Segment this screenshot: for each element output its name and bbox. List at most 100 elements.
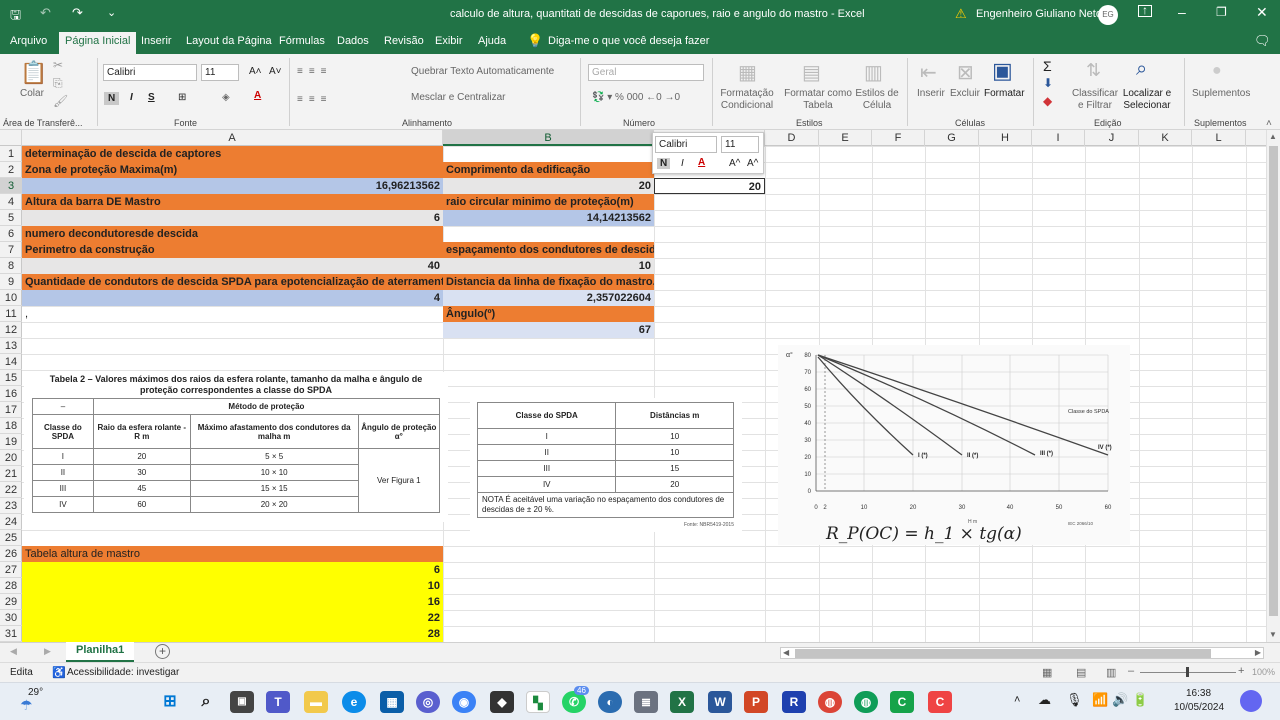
next-sheet-icon[interactable]: ▶: [44, 646, 51, 657]
chrome-icon[interactable]: ◍: [818, 691, 842, 713]
format-cells-button[interactable]: Formatar: [984, 88, 1025, 99]
customize-qat-icon[interactable]: ⌄: [107, 6, 116, 19]
cell-b13[interactable]: 67: [443, 322, 654, 338]
redo-icon[interactable]: ↷: [72, 5, 83, 21]
save-icon[interactable]: 🖫: [10, 6, 21, 28]
file-explorer-icon[interactable]: ▬: [304, 691, 328, 713]
col-header-f[interactable]: F: [872, 130, 925, 146]
battery-icon[interactable]: 🔋: [1132, 692, 1148, 708]
wifi-icon[interactable]: 📶: [1092, 692, 1108, 708]
row-header-18[interactable]: 18: [0, 418, 22, 434]
cut-icon[interactable]: ✂: [53, 58, 63, 72]
wrap-text-button[interactable]: Quebrar Texto Automaticamente: [411, 66, 554, 77]
start-icon[interactable]: ⊞: [158, 691, 182, 713]
currency-icon[interactable]: 💱 ▾ % 000 ←0 →0: [592, 92, 680, 103]
row-header-14[interactable]: 14: [0, 354, 22, 370]
delete-cells-icon[interactable]: ⊠: [957, 60, 974, 85]
comments-icon[interactable]: 🗨: [1254, 33, 1271, 49]
addins-button[interactable]: Suplementos: [1192, 88, 1250, 99]
cell-a6[interactable]: numero decondutoresde descida: [22, 226, 443, 242]
mini-grow-icon[interactable]: A^: [729, 158, 740, 169]
cell-a11[interactable]: ,: [22, 306, 443, 322]
format-cells-icon[interactable]: ▣: [992, 58, 1013, 84]
cell-a7[interactable]: Perimetro da construção: [22, 242, 443, 258]
zoom-level[interactable]: 100%: [1252, 667, 1275, 677]
app-icon-7[interactable]: R: [782, 691, 806, 713]
app-icon-6[interactable]: ◐: [598, 691, 622, 713]
tab-formulas[interactable]: Fórmulas: [279, 35, 325, 47]
page-break-icon[interactable]: ▥: [1106, 666, 1116, 679]
volume-icon[interactable]: 🔊: [1112, 692, 1128, 708]
h-scroll-thumb[interactable]: [795, 649, 1211, 658]
col-header-d[interactable]: D: [765, 130, 819, 146]
copilot-icon[interactable]: [1240, 690, 1262, 712]
format-table-button[interactable]: Formatar como Tabela: [782, 88, 854, 112]
row-header-3[interactable]: 3: [0, 178, 22, 194]
zoom-in-icon[interactable]: +: [1238, 665, 1244, 677]
addins-icon[interactable]: ●: [1212, 62, 1222, 80]
cell-b3[interactable]: 20: [443, 178, 654, 194]
scroll-down-icon[interactable]: ▼: [1269, 630, 1277, 639]
mini-bold-button[interactable]: N: [657, 158, 671, 169]
teams-icon[interactable]: T: [266, 691, 290, 713]
fill-color-icon[interactable]: ◈: [222, 92, 230, 103]
row-header-24[interactable]: 24: [0, 514, 22, 530]
accessibility-status[interactable]: Acessibilidade: investigar: [67, 667, 179, 678]
row-header-29[interactable]: 29: [0, 594, 22, 610]
horizontal-scrollbar[interactable]: ◀ ▶: [780, 647, 1264, 659]
scroll-up-icon[interactable]: ▲: [1269, 132, 1277, 141]
edge-icon[interactable]: e: [342, 691, 366, 713]
scroll-thumb[interactable]: [1269, 146, 1278, 616]
cell-a10[interactable]: 4: [22, 290, 443, 306]
row-header-4[interactable]: 4: [0, 194, 22, 210]
bold-button[interactable]: N: [104, 92, 120, 105]
paste-icon[interactable]: 📋: [20, 60, 47, 86]
font-color-icon[interactable]: A: [254, 90, 261, 101]
col-header-a[interactable]: A: [22, 130, 443, 146]
tray-app-icon[interactable]: ☁: [1038, 692, 1051, 708]
tab-dados[interactable]: Dados: [337, 35, 369, 47]
scroll-right-icon[interactable]: ▶: [1255, 648, 1261, 657]
tab-layout[interactable]: Layout da Página: [186, 35, 272, 47]
tell-me-search[interactable]: Diga-me o que você deseja fazer: [548, 35, 709, 47]
scroll-left-icon[interactable]: ◀: [783, 648, 789, 657]
cell-a2[interactable]: Zona de proteção Maxima(m): [22, 162, 443, 178]
mini-italic-button[interactable]: I: [681, 158, 684, 169]
row-header-31[interactable]: 31: [0, 626, 22, 642]
sort-filter-icon[interactable]: ⇅: [1086, 60, 1101, 81]
row-header-20[interactable]: 20: [0, 450, 22, 466]
ribbon-display-icon[interactable]: ↑: [1138, 4, 1152, 17]
cell-b7[interactable]: espaçamento dos condutores de descida: [443, 242, 654, 258]
cell-styles-icon[interactable]: ▥: [864, 60, 883, 85]
accessibility-icon[interactable]: ♿: [52, 666, 66, 679]
normal-view-icon[interactable]: ▦: [1042, 666, 1052, 679]
weather-icon[interactable]: ☂: [20, 697, 33, 714]
tab-pagina-inicial[interactable]: Página Inicial: [59, 32, 137, 54]
app-icon-8[interactable]: C: [890, 691, 914, 713]
tab-revisao[interactable]: Revisão: [384, 35, 424, 47]
cell-a8[interactable]: 40: [22, 258, 443, 274]
cell-b2[interactable]: Comprimento da edificação: [443, 162, 654, 178]
app-icon-4[interactable]: ◆: [490, 691, 514, 713]
row-header-1[interactable]: 1: [0, 146, 22, 162]
cell-b4[interactable]: raio circular minimo de proteção(m): [443, 194, 654, 210]
format-table-icon[interactable]: ▤: [802, 60, 821, 85]
italic-button[interactable]: I: [130, 92, 133, 103]
mini-font-box[interactable]: Calibri: [655, 136, 717, 153]
search-icon[interactable]: ⌕: [194, 691, 218, 713]
row-header-23[interactable]: 23: [0, 498, 22, 514]
mini-size-box[interactable]: 11: [721, 136, 759, 153]
cell-b5[interactable]: 14,14213562: [443, 210, 654, 226]
conditional-format-icon[interactable]: ▦: [738, 60, 757, 85]
row-header-7[interactable]: 7: [0, 242, 22, 258]
undo-icon[interactable]: ↶: [40, 5, 51, 21]
shrink-font-icon[interactable]: A˅: [269, 66, 282, 77]
cell-a9[interactable]: Quantidade de condutors de descida SPDA …: [22, 274, 443, 290]
cell-a28[interactable]: 6: [22, 562, 443, 578]
app-icon-2[interactable]: ◎: [416, 691, 440, 713]
col-header-h[interactable]: H: [979, 130, 1032, 146]
delete-cells-button[interactable]: Excluir: [950, 88, 980, 99]
row-header-17[interactable]: 17: [0, 402, 22, 418]
conditional-format-button[interactable]: Formatação Condicional: [718, 88, 776, 112]
notepad-icon[interactable]: ≣: [634, 691, 658, 713]
